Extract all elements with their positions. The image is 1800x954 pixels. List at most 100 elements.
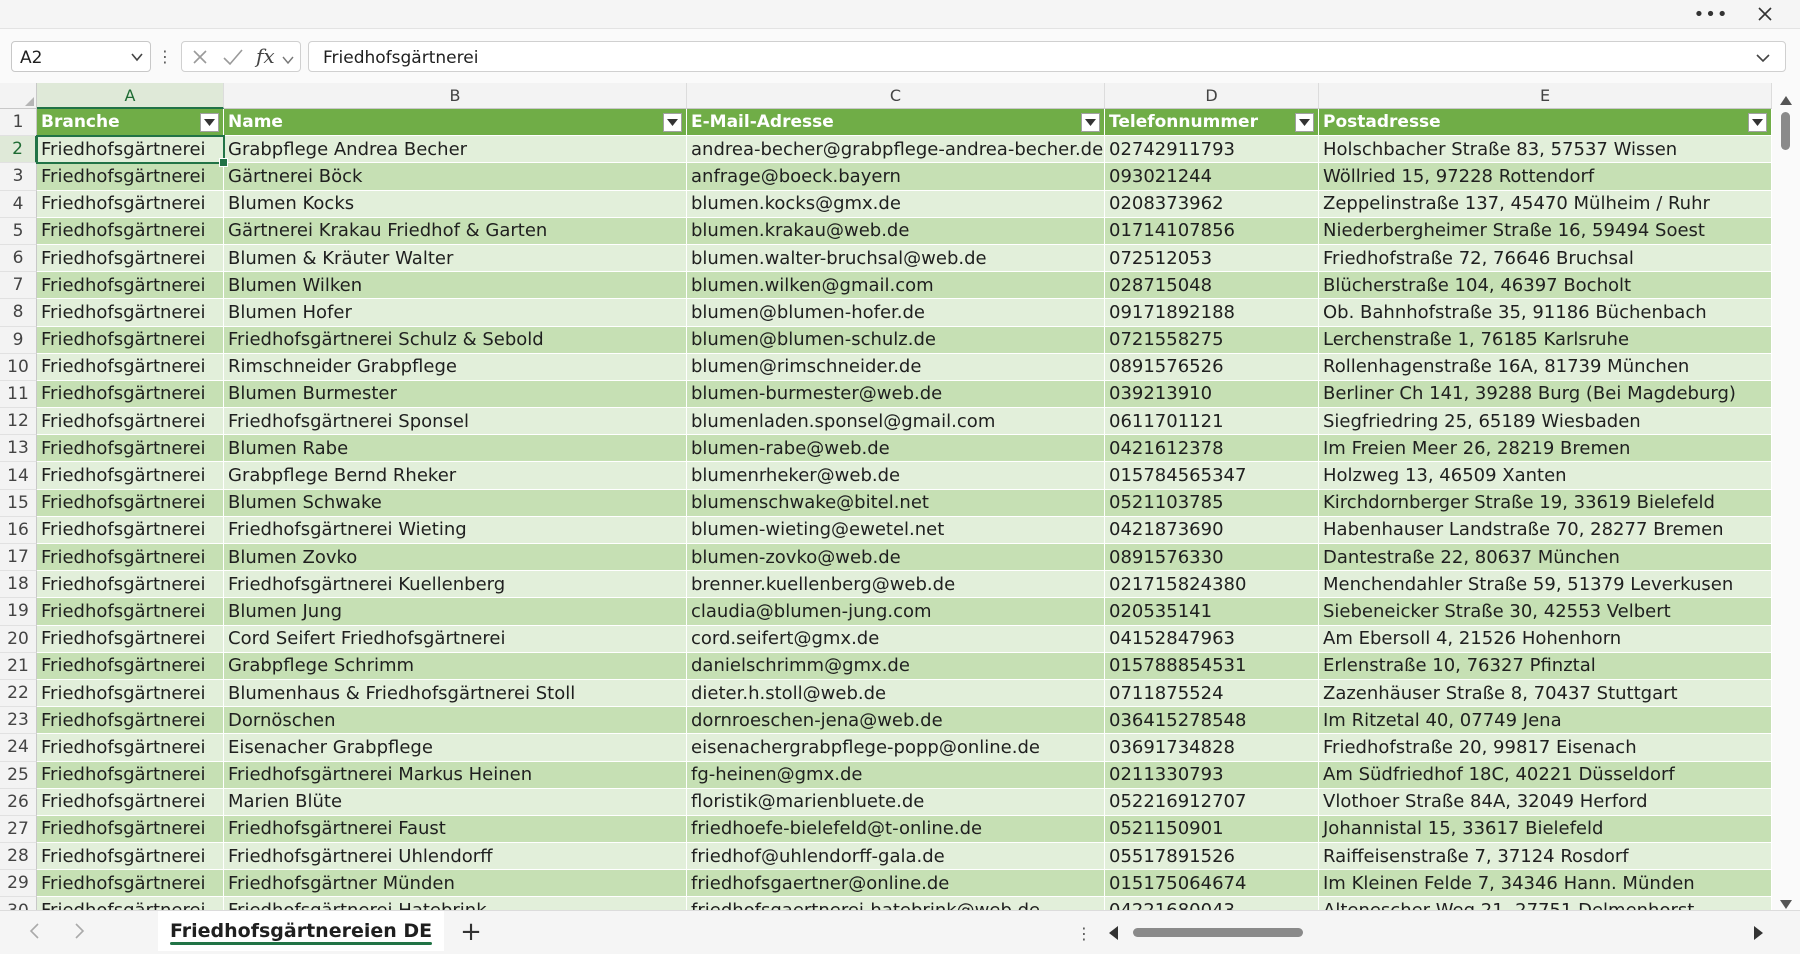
cell-phone[interactable]: 01714107856 (1105, 217, 1319, 245)
cell-email[interactable]: cord.seifert@gmx.de (687, 625, 1105, 653)
header-cell-phone[interactable]: Telefonnummer (1105, 109, 1319, 137)
cell-email[interactable]: danielschrimm@gmx.de (687, 652, 1105, 680)
enter-check-icon[interactable] (222, 47, 244, 71)
cell-email[interactable]: brenner.kuellenberg@web.de (687, 571, 1105, 599)
cell-email[interactable]: blumen.walter-bruchsal@web.de (687, 244, 1105, 273)
horizontal-scroll-thumb[interactable] (1133, 928, 1303, 937)
cell-email[interactable]: anfrage@boeck.bayern (687, 163, 1105, 191)
cell-email[interactable]: blumen@rimschneider.de (687, 353, 1105, 381)
row-number[interactable]: 15 (0, 489, 37, 517)
cell-email[interactable]: blumen.wilken@gmail.com (687, 272, 1105, 300)
cell-name[interactable]: Blumen Hofer (224, 299, 687, 327)
scroll-right-icon[interactable] (1754, 925, 1764, 944)
cell-branche[interactable]: Friedhofsgärtnerei (37, 435, 224, 463)
cell-branche[interactable]: Friedhofsgärtnerei (37, 190, 224, 218)
cell-branche[interactable]: Friedhofsgärtnerei (37, 815, 224, 844)
name-box[interactable]: A2 (11, 41, 151, 72)
cell-address[interactable]: Im Kleinen Felde 7, 34346 Hann. Münden (1319, 870, 1772, 898)
cell-branche[interactable]: Friedhofsgärtnerei (37, 897, 224, 910)
cell-address[interactable]: Im Ritzetal 40, 07749 Jena (1319, 707, 1772, 735)
row-number[interactable]: 8 (0, 299, 37, 327)
row-number[interactable]: 4 (0, 190, 37, 218)
cell-email[interactable]: blumen-rabe@web.de (687, 435, 1105, 463)
cell-email[interactable]: dieter.h.stoll@web.de (687, 679, 1105, 708)
row-number[interactable]: 9 (0, 326, 37, 354)
previous-sheet-icon[interactable] (28, 922, 42, 944)
cell-branche[interactable]: Friedhofsgärtnerei (37, 516, 224, 544)
row-number[interactable]: 1 (0, 109, 37, 137)
cell-name[interactable]: Friedhofsgärtnerei Wieting (224, 516, 687, 544)
cell-branche[interactable]: Friedhofsgärtnerei (37, 734, 224, 762)
cell-phone[interactable]: 0891576526 (1105, 353, 1319, 381)
row-number[interactable]: 30 (0, 897, 37, 910)
row-number[interactable]: 19 (0, 598, 37, 626)
header-cell-branche[interactable]: Branche (37, 109, 224, 137)
cell-address[interactable]: Am Südfriedhof 18C, 40221 Düsseldorf (1319, 761, 1772, 789)
cancel-icon[interactable] (190, 47, 210, 71)
cell-phone[interactable]: 04221680043 (1105, 897, 1319, 910)
cell-branche[interactable]: Friedhofsgärtnerei (37, 679, 224, 708)
cell-address[interactable]: Lerchenstraße 1, 76185 Karlsruhe (1319, 326, 1772, 354)
row-number[interactable]: 14 (0, 462, 37, 490)
filter-dropdown-icon[interactable] (200, 113, 219, 132)
cell-address[interactable]: Erlenstraße 10, 76327 Pfinztal (1319, 652, 1772, 680)
cell-phone[interactable]: 015788854531 (1105, 652, 1319, 680)
column-header-e[interactable]: E (1319, 83, 1772, 109)
scroll-up-icon[interactable] (1780, 90, 1792, 109)
filter-dropdown-icon[interactable] (1748, 113, 1767, 132)
next-sheet-icon[interactable] (72, 922, 86, 944)
cell-branche[interactable]: Friedhofsgärtnerei (37, 788, 224, 816)
row-number[interactable]: 23 (0, 707, 37, 735)
cell-email[interactable]: friedhofsgaertner@online.de (687, 870, 1105, 898)
cell-email[interactable]: andrea-becher@grabpflege-andrea-becher.d… (687, 136, 1105, 164)
cell-name[interactable]: Grabpflege Schrimm (224, 652, 687, 680)
row-number[interactable]: 21 (0, 652, 37, 680)
cell-branche[interactable]: Friedhofsgärtnerei (37, 462, 224, 490)
header-cell-name[interactable]: Name (224, 109, 687, 137)
row-number[interactable]: 18 (0, 571, 37, 599)
column-header-c[interactable]: C (687, 83, 1105, 109)
header-cell-address[interactable]: Postadresse (1319, 109, 1772, 137)
cell-branche[interactable]: Friedhofsgärtnerei (37, 544, 224, 572)
cell-branche[interactable]: Friedhofsgärtnerei (37, 761, 224, 789)
more-options-icon[interactable]: ••• (1694, 0, 1728, 28)
cell-address[interactable]: Holzweg 13, 46509 Xanten (1319, 462, 1772, 490)
cell-address[interactable]: Zeppelinstraße 137, 45470 Mülheim / Ruhr (1319, 190, 1772, 218)
cell-phone[interactable]: 093021244 (1105, 163, 1319, 191)
cell-name[interactable]: Blumen Jung (224, 598, 687, 626)
cell-phone[interactable]: 039213910 (1105, 380, 1319, 409)
cell-phone[interactable]: 09171892188 (1105, 299, 1319, 327)
chevron-down-icon[interactable] (282, 51, 294, 70)
cell-branche[interactable]: Friedhofsgärtnerei (37, 489, 224, 517)
header-cell-email[interactable]: E-Mail-Adresse (687, 109, 1105, 137)
cell-name[interactable]: Grabpflege Andrea Becher (224, 136, 687, 164)
cell-email[interactable]: blumenladen.sponsel@gmail.com (687, 408, 1105, 436)
row-number[interactable]: 17 (0, 544, 37, 572)
cell-name[interactable]: Eisenacher Grabpflege (224, 734, 687, 762)
cell-phone[interactable]: 020535141 (1105, 598, 1319, 626)
row-number[interactable]: 22 (0, 679, 37, 708)
cell-address[interactable]: Am Ebersoll 4, 21526 Hohenhorn (1319, 625, 1772, 653)
cell-phone[interactable]: 0211330793 (1105, 761, 1319, 789)
worksheet-grid[interactable]: A B C D E 1 Branche Name E-Mail-Adresse Tele… (0, 83, 1772, 910)
cell-name[interactable]: Grabpflege Bernd Rheker (224, 462, 687, 490)
cell-address[interactable]: Vlothoer Straße 84A, 32049 Herford (1319, 788, 1772, 816)
cell-branche[interactable]: Friedhofsgärtnerei (37, 136, 224, 164)
cell-name[interactable]: Friedhofsgärtnerei Hatebrink (224, 897, 687, 910)
cell-name[interactable]: Blumen Kocks (224, 190, 687, 218)
row-number[interactable]: 10 (0, 353, 37, 381)
cell-address[interactable]: Raiffeisenstraße 7, 37124 Rosdorf (1319, 843, 1772, 871)
cell-address[interactable]: Zazenhäuser Straße 8, 70437 Stuttgart (1319, 679, 1772, 708)
row-number[interactable]: 13 (0, 435, 37, 463)
cell-phone[interactable]: 021715824380 (1105, 571, 1319, 599)
cell-phone[interactable]: 0711875524 (1105, 679, 1319, 708)
cell-phone[interactable]: 036415278548 (1105, 707, 1319, 735)
cell-branche[interactable]: Friedhofsgärtnerei (37, 244, 224, 273)
cell-name[interactable]: Friedhofsgärtnerei Kuellenberg (224, 571, 687, 599)
cell-branche[interactable]: Friedhofsgärtnerei (37, 707, 224, 735)
cell-branche[interactable]: Friedhofsgärtnerei (37, 870, 224, 898)
row-number[interactable]: 5 (0, 217, 37, 245)
column-header-a[interactable]: A (37, 83, 224, 109)
cell-branche[interactable]: Friedhofsgärtnerei (37, 272, 224, 300)
cell-branche[interactable]: Friedhofsgärtnerei (37, 652, 224, 680)
